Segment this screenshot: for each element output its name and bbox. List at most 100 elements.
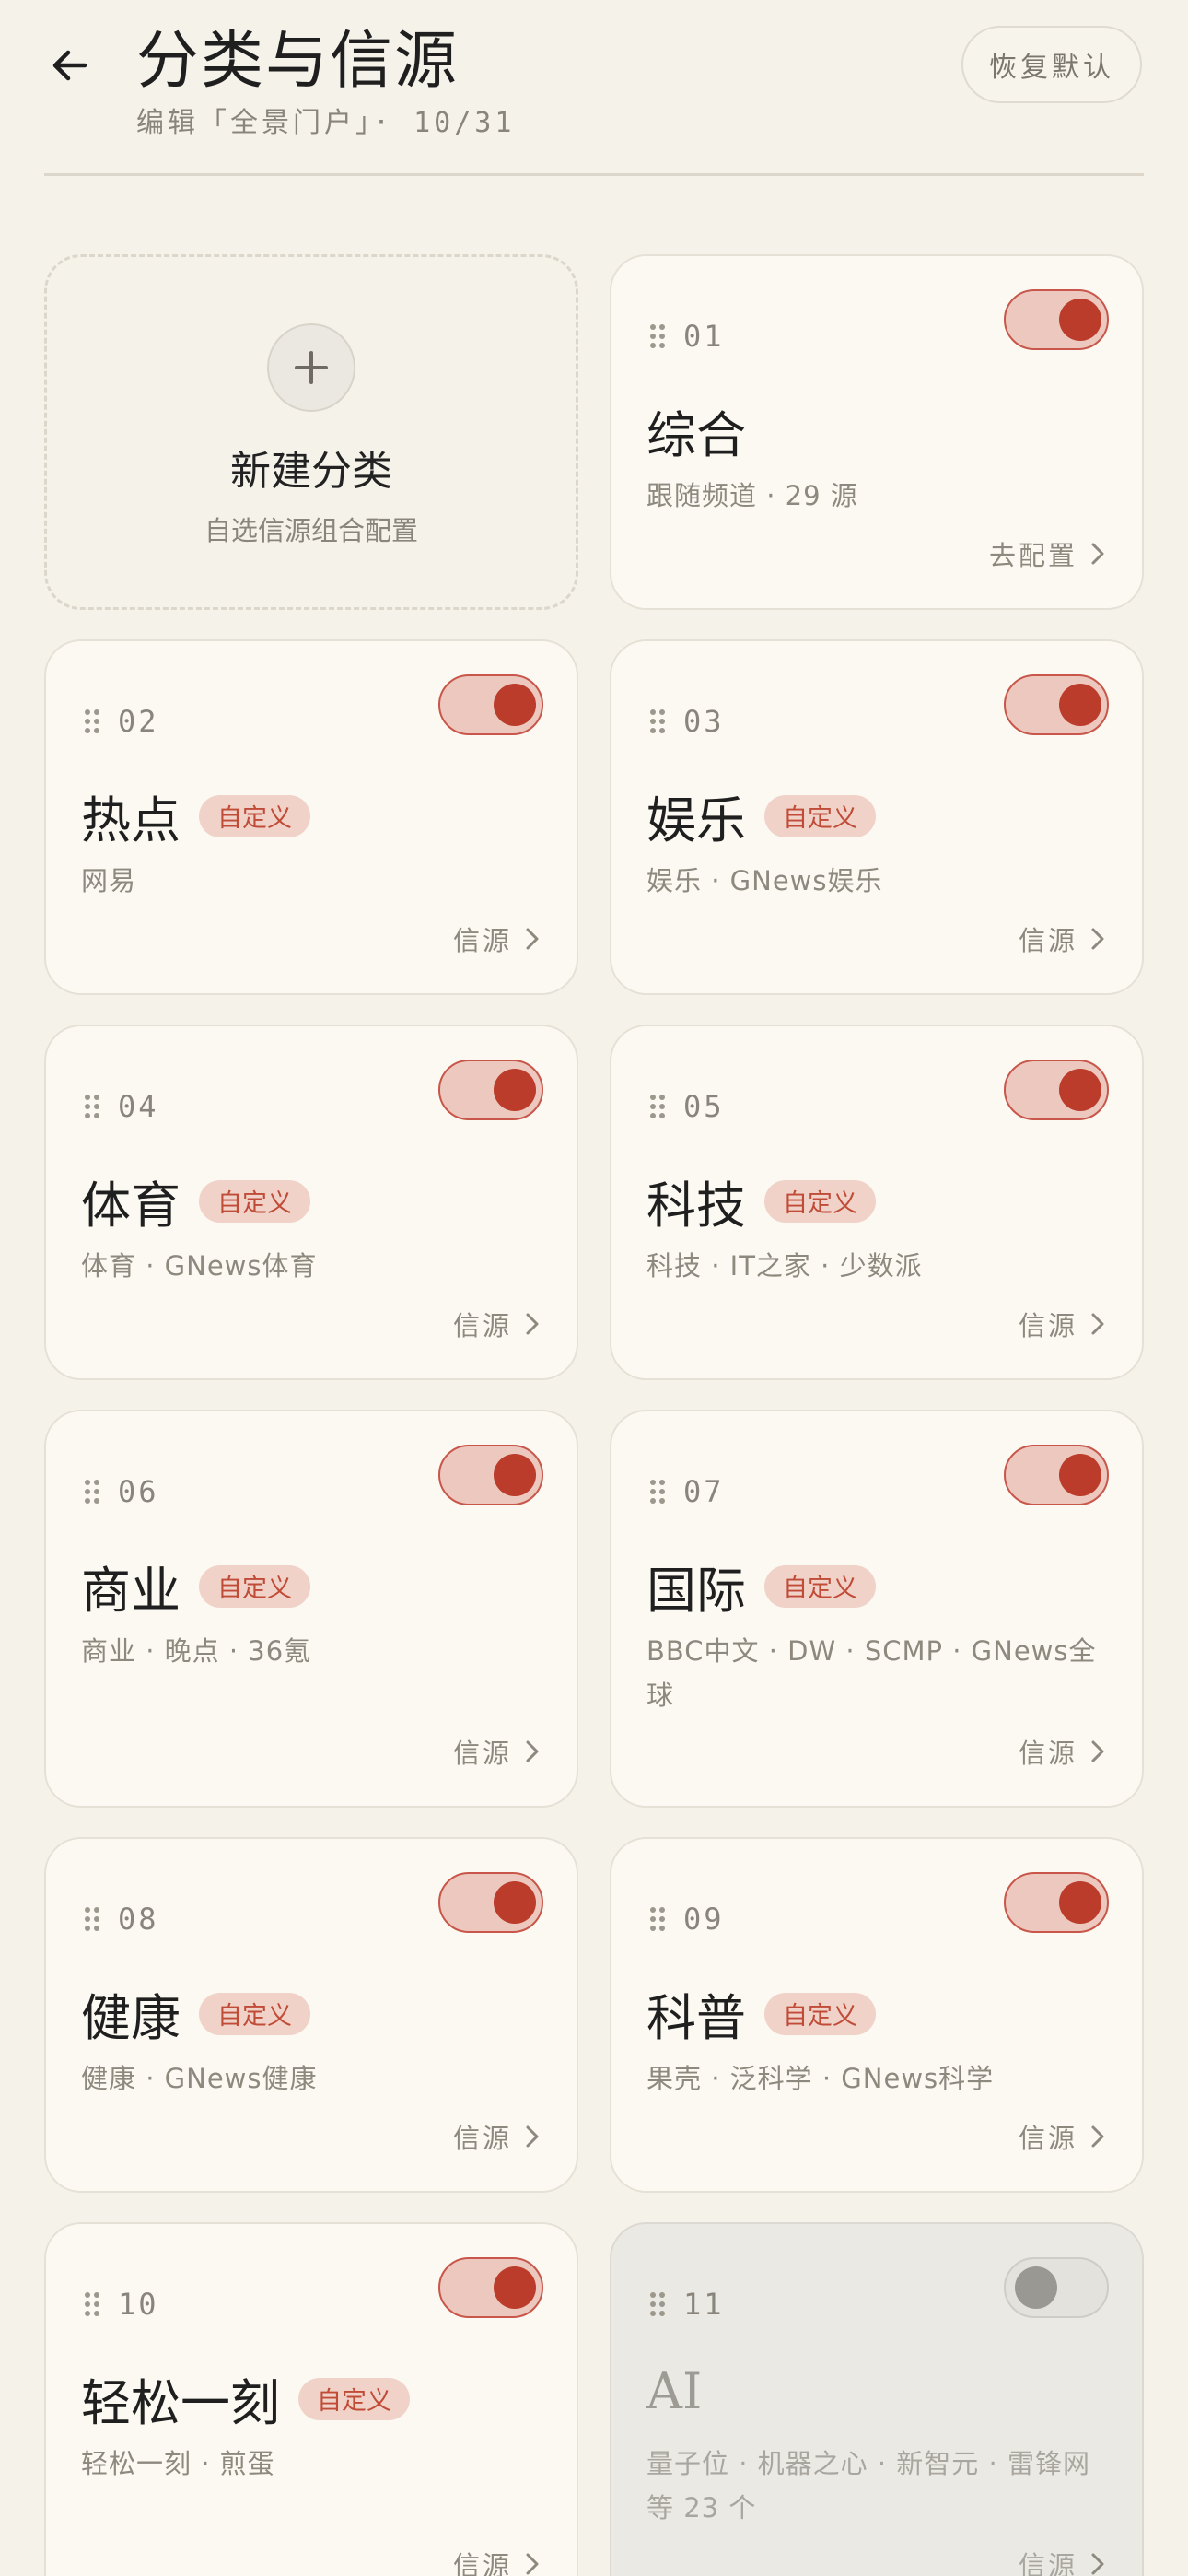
toggle-knob: [1059, 684, 1101, 726]
category-card[interactable]: 02 热点 自定义 网易 信源: [44, 639, 578, 995]
category-card[interactable]: 04 体育 自定义 体育 · GNews体育 信源: [44, 1025, 578, 1380]
toggle-knob: [1059, 299, 1101, 341]
category-card[interactable]: 08 健康 自定义 健康 · GNews健康 信源: [44, 1837, 578, 2193]
category-index: 09: [648, 1902, 725, 1937]
custom-badge: 自定义: [764, 794, 876, 837]
category-index: 08: [83, 1902, 159, 1937]
custom-badge: 自定义: [199, 794, 310, 837]
category-toggle[interactable]: [438, 1445, 543, 1505]
chevron-right-icon: [1091, 1313, 1104, 1335]
category-card[interactable]: 06 商业 自定义 商业 · 晚点 · 36氪 信源: [44, 1410, 578, 1808]
page-subtitle: 编辑「全景门户」· 10/31: [136, 107, 516, 139]
category-config-link[interactable]: 信源: [453, 1732, 540, 1771]
arrow-left-icon: [52, 50, 87, 81]
new-category-card[interactable]: 新建分类 自选信源组合配置: [44, 254, 578, 610]
category-index-number: 11: [683, 2287, 725, 2322]
category-toggle[interactable]: [1004, 1060, 1109, 1120]
category-config-link[interactable]: 信源: [453, 919, 540, 958]
category-config-link[interactable]: 信源: [453, 2545, 540, 2576]
toggle-knob: [1059, 1069, 1101, 1111]
reset-default-button[interactable]: 恢复默认: [961, 26, 1142, 103]
category-config-link[interactable]: 信源: [1019, 2545, 1105, 2576]
category-toggle[interactable]: [438, 674, 543, 735]
chevron-right-icon: [1091, 2553, 1104, 2575]
category-index: 07: [648, 1474, 725, 1509]
category-card[interactable]: 03 娱乐 自定义 娱乐 · GNews娱乐 信源: [610, 639, 1144, 995]
drag-handle-icon[interactable]: [83, 1093, 101, 1120]
category-toggle[interactable]: [438, 2257, 543, 2318]
category-sources-page: 分类与信源 编辑「全景门户」· 10/31 恢复默认 新建分类 自选信源组合配置…: [0, 0, 1188, 2576]
drag-handle-icon[interactable]: [83, 708, 101, 735]
category-toggle[interactable]: [1004, 674, 1109, 735]
category-index: 04: [83, 1089, 159, 1124]
chevron-right-icon: [1091, 2125, 1104, 2148]
new-category-title: 新建分类: [230, 448, 392, 495]
category-name-row: 商业 自定义: [81, 1550, 310, 1622]
back-button[interactable]: [37, 32, 103, 99]
chevron-right-icon: [1091, 1740, 1104, 1762]
drag-handle-icon[interactable]: [648, 2290, 667, 2318]
category-toggle[interactable]: [1004, 289, 1109, 350]
category-card[interactable]: 09 科普 自定义 果壳 · 泛科学 · GNews科学 信源: [610, 1837, 1144, 2193]
chevron-right-icon: [526, 1313, 539, 1335]
drag-handle-icon[interactable]: [648, 1478, 667, 1505]
drag-handle-icon[interactable]: [648, 322, 667, 350]
drag-handle-icon[interactable]: [83, 1905, 101, 1933]
category-sources: 量子位 · 机器之心 · 新智元 · 雷锋网 等 23 个: [646, 2448, 1090, 2523]
category-link-label: 信源: [452, 2123, 512, 2154]
category-config-link[interactable]: 信源: [1019, 1732, 1105, 1771]
category-sources: BBC中文 · DW · SCMP · GNews全球: [646, 1635, 1097, 1711]
category-name-row: 综合: [646, 394, 746, 467]
category-toggle[interactable]: [1004, 1872, 1109, 1933]
drag-handle-icon[interactable]: [83, 1478, 101, 1505]
category-name-row: 热点 自定义: [81, 779, 310, 852]
toggle-knob: [494, 2266, 536, 2309]
toggle-knob: [494, 684, 536, 726]
custom-badge: 自定义: [764, 1992, 876, 2035]
toggle-knob: [1015, 2266, 1057, 2309]
category-grid: 新建分类 自选信源组合配置 01 综合 跟随频道 · 29 源 去配置 02 热…: [44, 254, 1144, 2576]
category-name-row: AI: [646, 2362, 702, 2420]
drag-handle-icon[interactable]: [648, 708, 667, 735]
category-name-row: 国际 自定义: [646, 1550, 876, 1622]
plus-icon: [267, 323, 355, 412]
category-name-row: 科技 自定义: [646, 1165, 876, 1237]
category-card[interactable]: 11 AI 量子位 · 机器之心 · 新智元 · 雷锋网 等 23 个 信源: [610, 2222, 1144, 2576]
category-name: 综合: [646, 406, 746, 464]
category-name: 热点: [81, 791, 181, 849]
category-toggle[interactable]: [438, 1872, 543, 1933]
category-config-link[interactable]: 信源: [453, 2117, 540, 2156]
category-sources: 科技 · IT之家 · 少数派: [646, 1250, 923, 1282]
category-index-number: 03: [683, 704, 725, 739]
category-card[interactable]: 01 综合 跟随频道 · 29 源 去配置: [610, 254, 1144, 610]
category-card[interactable]: 10 轻松一刻 自定义 轻松一刻 · 煎蛋 信源: [44, 2222, 578, 2576]
category-sources: 网易: [81, 865, 137, 896]
drag-handle-icon[interactable]: [83, 2290, 101, 2318]
custom-badge: 自定义: [199, 1564, 310, 1608]
category-index: 01: [648, 319, 725, 354]
category-link-label: 去配置: [988, 540, 1077, 571]
drag-handle-icon[interactable]: [648, 1905, 667, 1933]
toggle-knob: [494, 1881, 536, 1924]
drag-handle-icon[interactable]: [648, 1093, 667, 1120]
category-config-link[interactable]: 信源: [1019, 2117, 1105, 2156]
category-config-link[interactable]: 信源: [1019, 919, 1105, 958]
category-index-number: 07: [683, 1474, 725, 1509]
toggle-knob: [494, 1069, 536, 1111]
category-card[interactable]: 05 科技 自定义 科技 · IT之家 · 少数派 信源: [610, 1025, 1144, 1380]
toggle-knob: [1059, 1454, 1101, 1496]
category-toggle[interactable]: [1004, 2257, 1109, 2318]
category-sources: 跟随频道 · 29 源: [646, 480, 858, 511]
category-toggle[interactable]: [438, 1060, 543, 1120]
category-config-link[interactable]: 去配置: [989, 534, 1105, 573]
category-name: 科普: [646, 1989, 746, 2047]
category-name: AI: [646, 2362, 703, 2420]
category-toggle[interactable]: [1004, 1445, 1109, 1505]
chevron-right-icon: [1091, 543, 1104, 565]
category-config-link[interactable]: 信源: [1019, 1305, 1105, 1343]
category-index: 05: [648, 1089, 725, 1124]
category-config-link[interactable]: 信源: [453, 1305, 540, 1343]
custom-badge: 自定义: [199, 1992, 310, 2035]
category-index: 03: [648, 704, 725, 739]
category-card[interactable]: 07 国际 自定义 BBC中文 · DW · SCMP · GNews全球 信源: [610, 1410, 1144, 1808]
